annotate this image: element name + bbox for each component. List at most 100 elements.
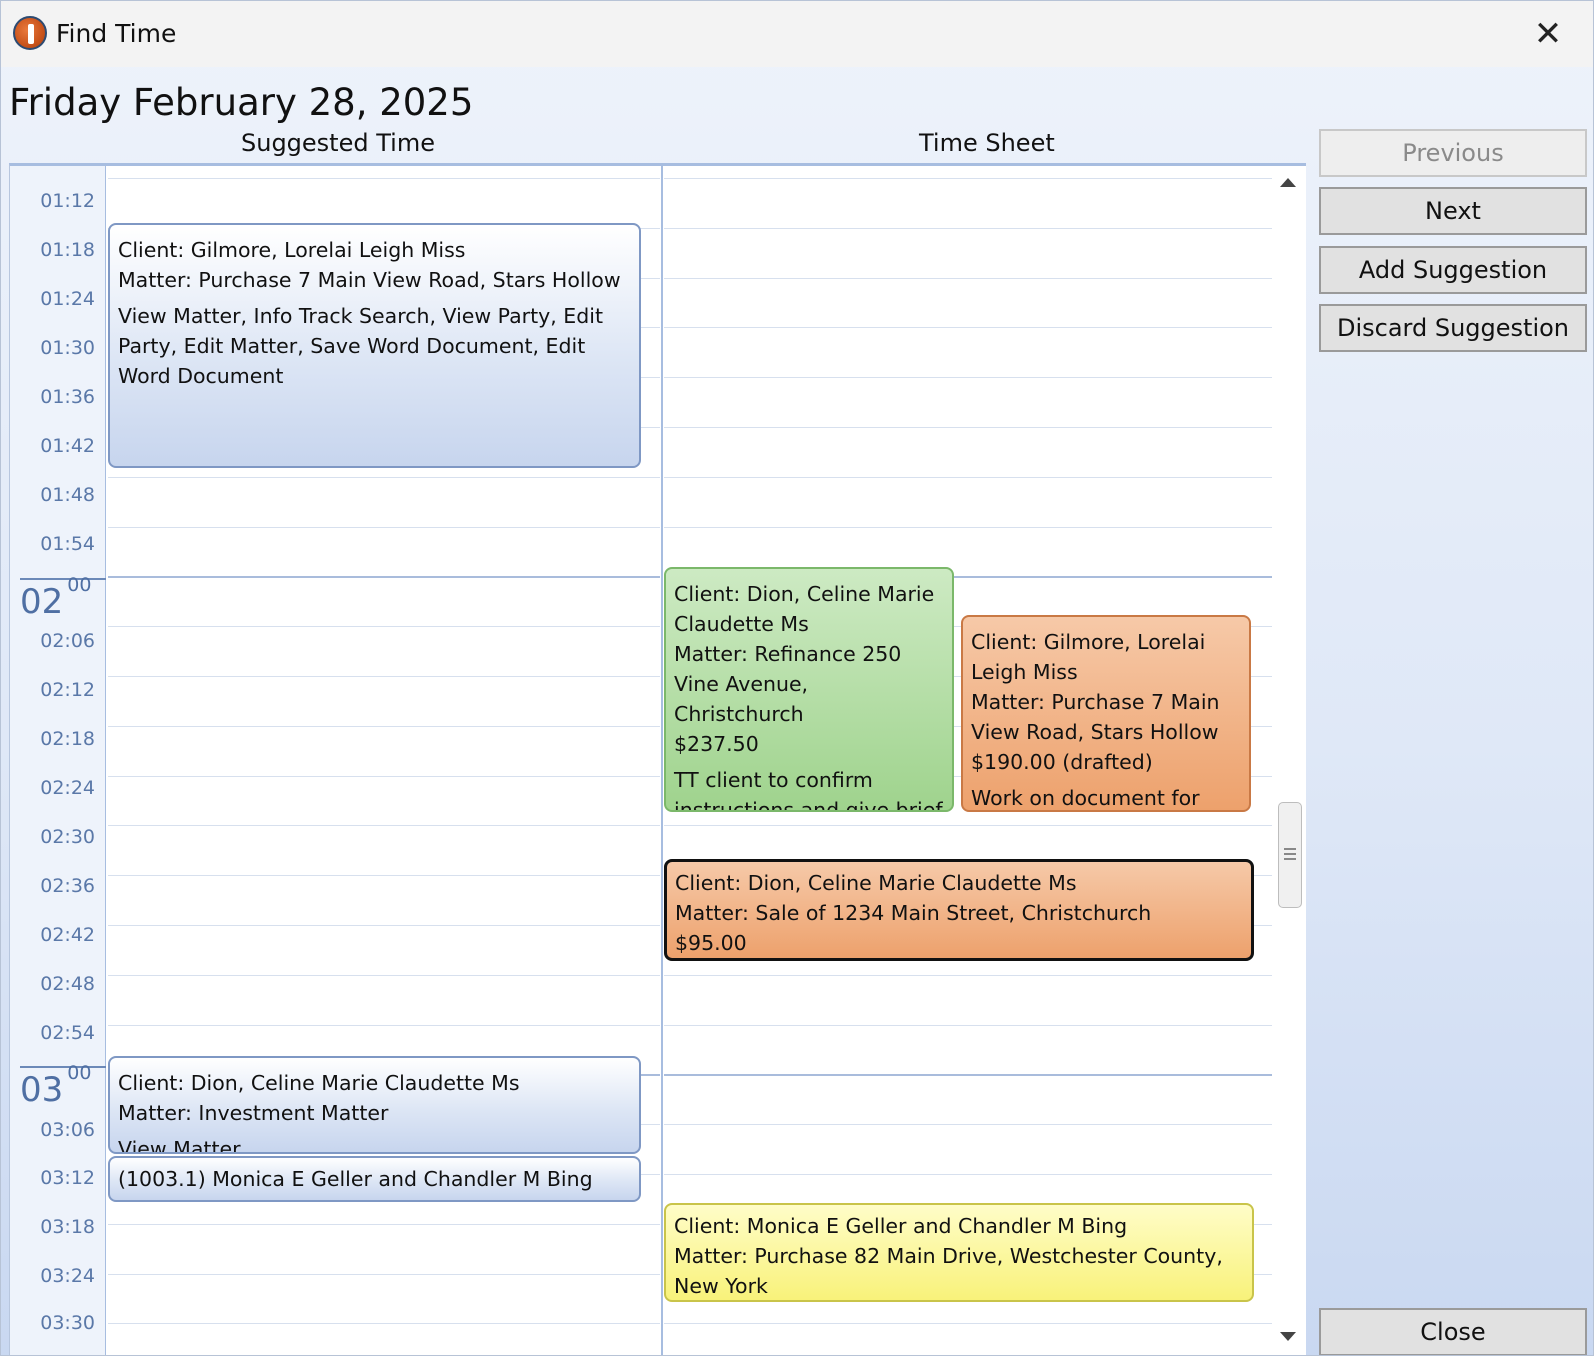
- suggested-appointment[interactable]: Client: Gilmore, Lorelai Leigh Miss Matt…: [108, 223, 641, 468]
- slot-grid-line: [108, 875, 660, 876]
- time-label: 03:12: [40, 1167, 95, 1189]
- appt-client: Client: Dion, Celine Marie Claudette Ms: [118, 1071, 520, 1095]
- time-label: 01:48: [40, 484, 95, 506]
- title-bar: Find Time ✕: [1, 1, 1593, 67]
- suggested-appointment[interactable]: Client: Dion, Celine Marie Claudette Ms …: [108, 1056, 641, 1154]
- discard-suggestion-button[interactable]: Discard Suggestion: [1319, 304, 1587, 352]
- time-label: 01:18: [40, 239, 95, 261]
- date-title: Friday February 28, 2025: [9, 81, 474, 124]
- entry-description: Work on document for: [971, 786, 1200, 810]
- grip-line: [1284, 848, 1296, 850]
- slot-grid-line: [664, 327, 1272, 328]
- appt-activities: View Matter: [118, 1137, 241, 1154]
- timesheet-entry[interactable]: Client: Gilmore, Lorelai Leigh Miss Matt…: [961, 615, 1251, 812]
- previous-button[interactable]: Previous: [1319, 129, 1587, 177]
- schedule-grid[interactable]: 01:12 01:18 01:24 01:30 01:36 01:42 01:4…: [9, 163, 1306, 1355]
- slot-grid-line: [664, 427, 1272, 428]
- time-label: 02:30: [40, 826, 95, 848]
- time-label: 02:48: [40, 973, 95, 995]
- slot-grid-line: [664, 975, 1272, 976]
- hour-label-02: 02 00: [20, 573, 92, 622]
- grip-line: [1284, 853, 1296, 855]
- entry-client: Client: Gilmore, Lorelai Leigh Miss: [971, 630, 1206, 684]
- time-label: 02:06: [40, 630, 95, 652]
- timesheet-entry-selected[interactable]: Client: Dion, Celine Marie Claudette Ms …: [664, 859, 1254, 961]
- slot-grid-line: [664, 1323, 1272, 1324]
- scroll-thumb[interactable]: [1278, 802, 1302, 908]
- suggested-time-header: Suggested Time: [241, 129, 435, 157]
- slot-grid-line: [108, 1323, 660, 1324]
- hour-grid-line: [664, 1074, 1272, 1076]
- time-sheet-header: Time Sheet: [919, 129, 1055, 157]
- entry-amount: $190.00 (drafted): [971, 750, 1153, 774]
- time-gutter: 01:12 01:18 01:24 01:30 01:36 01:42 01:4…: [10, 166, 106, 1355]
- appt-matter: Matter: Investment Matter: [118, 1101, 389, 1125]
- entry-client: Client: Monica E Geller and Chandler M B…: [674, 1214, 1128, 1238]
- slot-grid-line: [108, 626, 660, 627]
- entry-matter: Matter: Refinance 250 Vine Avenue, Chris…: [674, 642, 902, 726]
- slot-grid-line: [108, 825, 660, 826]
- appt-matter: Matter: Purchase 7 Main View Road, Stars…: [118, 268, 621, 292]
- slot-grid-line: [108, 676, 660, 677]
- slot-grid-line: [108, 527, 660, 528]
- close-icon[interactable]: ✕: [1531, 17, 1565, 51]
- appt-activities: View Matter, Info Track Search, View Par…: [118, 304, 603, 388]
- time-label: 01:54: [40, 533, 95, 555]
- chevron-up-icon[interactable]: [1280, 178, 1296, 187]
- entry-client: Client: Dion, Celine Marie Claudette Ms: [674, 582, 935, 636]
- slot-grid-line: [664, 527, 1272, 528]
- add-suggestion-button[interactable]: Add Suggestion: [1319, 246, 1587, 294]
- time-label: 02:36: [40, 875, 95, 897]
- slot-grid-line: [108, 726, 660, 727]
- time-label: 03:24: [40, 1265, 95, 1287]
- entry-amount: $237.50: [674, 732, 759, 756]
- time-label: 02:24: [40, 777, 95, 799]
- slot-grid-line: [108, 1224, 660, 1225]
- hour-separator: [20, 1066, 106, 1068]
- time-label: 03:18: [40, 1216, 95, 1238]
- suggested-appointment[interactable]: (1003.1) Monica E Geller and Chandler M …: [108, 1156, 641, 1202]
- hour-separator: [20, 578, 106, 580]
- slot-grid-line: [664, 178, 1272, 179]
- slot-grid-line: [108, 925, 660, 926]
- slot-grid-line: [108, 178, 660, 179]
- vertical-scrollbar[interactable]: [1272, 166, 1306, 1355]
- time-label: 02:42: [40, 924, 95, 946]
- grip-line: [1284, 858, 1296, 860]
- column-divider: [661, 166, 663, 1355]
- slot-grid-line: [664, 278, 1272, 279]
- hour-label-03: 03 00: [20, 1061, 92, 1110]
- slot-grid-line: [664, 1174, 1272, 1175]
- time-label: 02:54: [40, 1022, 95, 1044]
- slot-grid-line: [108, 776, 660, 777]
- time-label: 02:12: [40, 679, 95, 701]
- time-label: 03:06: [40, 1119, 95, 1141]
- slot-grid-line: [108, 1025, 660, 1026]
- time-label: 02:18: [40, 728, 95, 750]
- slot-grid-line: [108, 1274, 660, 1275]
- slot-grid-line: [664, 477, 1272, 478]
- entry-amount: $95.00: [675, 931, 747, 955]
- entry-matter: Matter: Purchase 82 Main Drive, Westches…: [674, 1244, 1223, 1298]
- close-button[interactable]: Close: [1319, 1308, 1587, 1355]
- slot-grid-line: [664, 377, 1272, 378]
- entry-matter: Matter: Sale of 1234 Main Street, Christ…: [675, 901, 1152, 925]
- next-button[interactable]: Next: [1319, 187, 1587, 235]
- time-label: 01:30: [40, 337, 95, 359]
- chevron-down-icon[interactable]: [1280, 1332, 1296, 1341]
- entry-matter: Matter: Purchase 7 Main View Road, Stars…: [971, 690, 1220, 744]
- find-time-window: Find Time ✕ Friday February 28, 2025 Sug…: [0, 0, 1594, 1356]
- entry-client: Client: Dion, Celine Marie Claudette Ms: [675, 871, 1077, 895]
- entry-description: TT client to confirm instructions and gi…: [674, 768, 943, 812]
- slot-grid-line: [664, 1124, 1272, 1125]
- appt-client: Client: Gilmore, Lorelai Leigh Miss: [118, 238, 466, 262]
- timesheet-entry[interactable]: Client: Monica E Geller and Chandler M B…: [664, 1203, 1254, 1302]
- appt-matter-title: (1003.1) Monica E Geller and Chandler M …: [118, 1167, 593, 1191]
- window-title: Find Time: [56, 19, 177, 48]
- hour-grid-line: [108, 576, 660, 578]
- app-logo-icon: [13, 16, 47, 50]
- time-label: 01:12: [40, 190, 95, 212]
- slot-grid-line: [664, 825, 1272, 826]
- timesheet-entry[interactable]: Client: Dion, Celine Marie Claudette Ms …: [664, 567, 954, 812]
- slot-grid-line: [108, 975, 660, 976]
